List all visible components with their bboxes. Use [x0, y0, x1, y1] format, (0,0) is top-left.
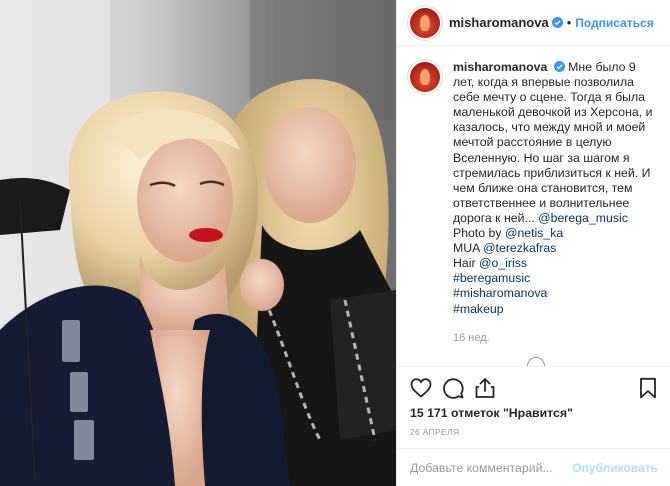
hashtag-link[interactable]: #beregamusic: [453, 271, 530, 285]
verified-badge-icon: [551, 17, 563, 28]
post-details-panel: misharomanova • Подписаться misharomanov…: [396, 0, 670, 486]
caption-username[interactable]: misharomanova: [453, 60, 547, 74]
caption-body: misharomanova Мне было 9 лет, когда я вп…: [453, 60, 658, 346]
hashtag-link[interactable]: #makeup: [453, 302, 504, 316]
follow-button[interactable]: Подписаться: [575, 16, 653, 30]
hashtag-link[interactable]: #misharomanova: [453, 286, 547, 300]
mention-link[interactable]: @o_iriss: [479, 256, 527, 270]
avatar[interactable]: [410, 62, 440, 92]
action-bar: [397, 366, 670, 406]
caption-section: misharomanova Мне было 9 лет, когда я вп…: [410, 60, 658, 346]
publish-button[interactable]: Опубликовать: [572, 461, 658, 475]
caption-comment: misharomanova Мне было 9 лет, когда я вп…: [410, 60, 658, 346]
post-date[interactable]: 26 АПРЕЛЯ: [410, 427, 459, 437]
mention-link[interactable]: @berega_music: [538, 211, 628, 225]
avatar[interactable]: [410, 7, 440, 38]
mention-link[interactable]: @terezkafras: [483, 241, 556, 255]
photo-illustration: [0, 0, 396, 486]
bookmark-icon[interactable]: [636, 376, 660, 400]
post-header: misharomanova • Подписаться: [397, 0, 670, 46]
likes-count[interactable]: 15 171 отметок "Нравится": [410, 406, 573, 420]
post-photo[interactable]: [0, 0, 396, 486]
photo-by-label: Photo by: [453, 226, 505, 241]
comment-input[interactable]: [410, 460, 573, 475]
caption-text: Мне было 9 лет, когда я впервые позволил…: [453, 60, 653, 225]
verified-badge-icon: [553, 61, 565, 72]
mua-label: MUA: [453, 241, 484, 256]
caption-age[interactable]: 16 нед.: [453, 331, 658, 346]
comment-icon[interactable]: [441, 376, 465, 400]
share-icon[interactable]: [473, 376, 497, 400]
mention-link[interactable]: @netis_ka: [505, 226, 563, 240]
load-more-icon[interactable]: [527, 357, 545, 366]
add-comment-bar: Опубликовать: [397, 448, 670, 486]
post-username[interactable]: misharomanova: [449, 15, 549, 30]
hair-label: Hair: [453, 256, 479, 271]
heart-icon[interactable]: [409, 376, 433, 400]
separator-dot: •: [566, 15, 572, 30]
